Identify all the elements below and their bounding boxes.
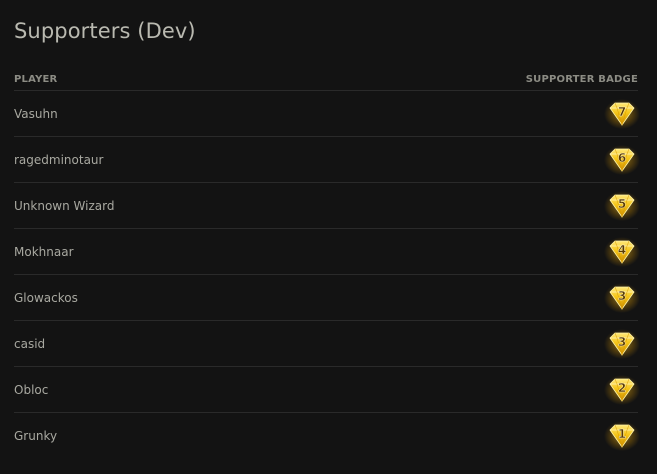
table-row: Mokhnaar 4 — [14, 229, 640, 275]
supporter-badge-level: 5 — [618, 197, 626, 211]
table-header: PLAYER SUPPORTER BADGE — [14, 68, 638, 91]
table-row: Grunky 1 — [14, 413, 640, 458]
supporter-badge-level: 1 — [618, 427, 626, 441]
player-name-link[interactable]: Vasuhn — [14, 107, 58, 121]
supporter-badge-gem-icon: 6 — [604, 144, 640, 175]
player-name-link[interactable]: ragedminotaur — [14, 153, 103, 167]
player-name-link[interactable]: Glowackos — [14, 291, 78, 305]
supporter-badge-gem-icon: 1 — [604, 420, 640, 451]
table-row: Glowackos 3 — [14, 275, 640, 321]
player-name-link[interactable]: casid — [14, 337, 45, 351]
supporter-badge-gem-icon: 4 — [604, 236, 640, 267]
supporter-badge-gem-icon: 2 — [604, 374, 640, 405]
supporter-badge-gem-icon: 5 — [604, 190, 640, 221]
supporter-badge-level: 7 — [618, 105, 626, 119]
player-name-link[interactable]: Unknown Wizard — [14, 199, 114, 213]
supporters-list: Vasuhn 7 ragedminotaur 6 Unknown Wizard 5 Mokh… — [14, 91, 640, 458]
player-name-link[interactable]: Obloc — [14, 383, 48, 397]
supporter-badge-level: 4 — [618, 243, 626, 257]
table-row: Obloc 2 — [14, 367, 640, 413]
supporter-badge-gem-icon: 3 — [604, 282, 640, 313]
supporter-badge-level: 6 — [618, 151, 626, 165]
supporter-badge-level: 3 — [618, 335, 626, 349]
player-column-header: PLAYER — [14, 73, 58, 85]
table-row: Vasuhn 7 — [14, 91, 640, 137]
player-name-link[interactable]: Grunky — [14, 429, 57, 443]
supporter-badge-gem-icon: 3 — [604, 328, 640, 359]
page-title: Supporters (Dev) — [14, 19, 196, 43]
table-row: casid 3 — [14, 321, 640, 367]
supporter-badge-gem-icon: 7 — [604, 98, 640, 129]
table-row: Unknown Wizard 5 — [14, 183, 640, 229]
supporter-badge-level: 3 — [618, 289, 626, 303]
supporter-badge-level: 2 — [618, 381, 626, 395]
table-row: ragedminotaur 6 — [14, 137, 640, 183]
player-name-link[interactable]: Mokhnaar — [14, 245, 74, 259]
badge-column-header: SUPPORTER BADGE — [525, 73, 638, 85]
supporters-panel: Supporters (Dev) PLAYER SUPPORTER BADGE … — [0, 0, 657, 474]
